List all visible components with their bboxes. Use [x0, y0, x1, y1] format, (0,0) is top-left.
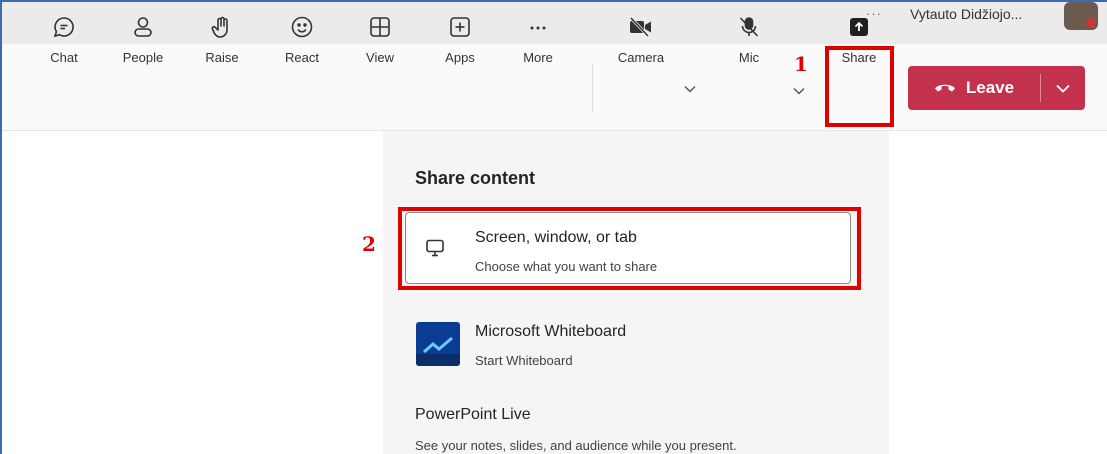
raise-hand-button[interactable]: Raise	[192, 14, 252, 65]
leave-control: Leave	[908, 66, 1085, 110]
chat-label: Chat	[50, 50, 78, 65]
powerpoint-live-subtitle: See your notes, slides, and audience whi…	[415, 438, 737, 453]
leave-button[interactable]: Leave	[908, 66, 1040, 110]
camera-options-chevron-icon[interactable]	[684, 82, 696, 96]
add-app-icon	[447, 14, 473, 40]
raise-hand-icon	[209, 14, 235, 40]
step-1-marker: 1	[794, 52, 808, 76]
hang-up-icon	[934, 79, 956, 97]
leave-options-chevron-icon[interactable]	[1041, 66, 1085, 110]
react-label: React	[285, 50, 319, 65]
whiteboard-title: Microsoft Whiteboard	[475, 323, 627, 340]
whiteboard-subtitle: Start Whiteboard	[475, 353, 573, 368]
avatar[interactable]	[1064, 2, 1098, 30]
share-highlight-box	[825, 46, 894, 127]
toolbar-divider	[592, 64, 593, 112]
apps-label: Apps	[445, 50, 475, 65]
mic-off-icon	[736, 14, 762, 40]
whiteboard-option[interactable]	[405, 312, 851, 376]
people-icon	[130, 14, 156, 40]
whiteboard-icon	[416, 322, 460, 366]
react-button[interactable]: React	[272, 14, 332, 65]
view-label: View	[366, 50, 394, 65]
share-icon	[846, 14, 872, 40]
people-label: People	[122, 50, 164, 65]
status-dot-icon	[1086, 18, 1096, 28]
step-2-marker: 2	[362, 232, 376, 256]
powerpoint-live-title: PowerPoint Live	[415, 406, 531, 423]
chat-button[interactable]: Chat	[34, 14, 94, 65]
mic-options-chevron-icon[interactable]	[793, 84, 805, 98]
mic-label: Mic	[738, 50, 760, 65]
mic-button[interactable]: Mic	[719, 14, 779, 65]
camera-label: Camera	[617, 50, 665, 65]
grid-view-icon	[367, 14, 393, 40]
leave-label: Leave	[965, 78, 1015, 97]
ellipsis-icon	[525, 14, 551, 40]
organization-name[interactable]: Vytauto Didžiojo...	[910, 6, 1022, 22]
raise-label: Raise	[205, 50, 239, 65]
view-button[interactable]: View	[350, 14, 410, 65]
smiley-icon	[289, 14, 315, 40]
camera-off-icon	[628, 14, 654, 40]
more-button[interactable]: More	[508, 14, 568, 65]
apps-button[interactable]: Apps	[430, 14, 490, 65]
people-button[interactable]: People	[113, 14, 173, 65]
screen-option-highlight-box	[398, 207, 861, 290]
camera-button[interactable]: Camera	[611, 14, 671, 65]
more-label: More	[523, 50, 553, 65]
chat-icon	[51, 14, 77, 40]
panel-title: Share content	[415, 168, 536, 188]
